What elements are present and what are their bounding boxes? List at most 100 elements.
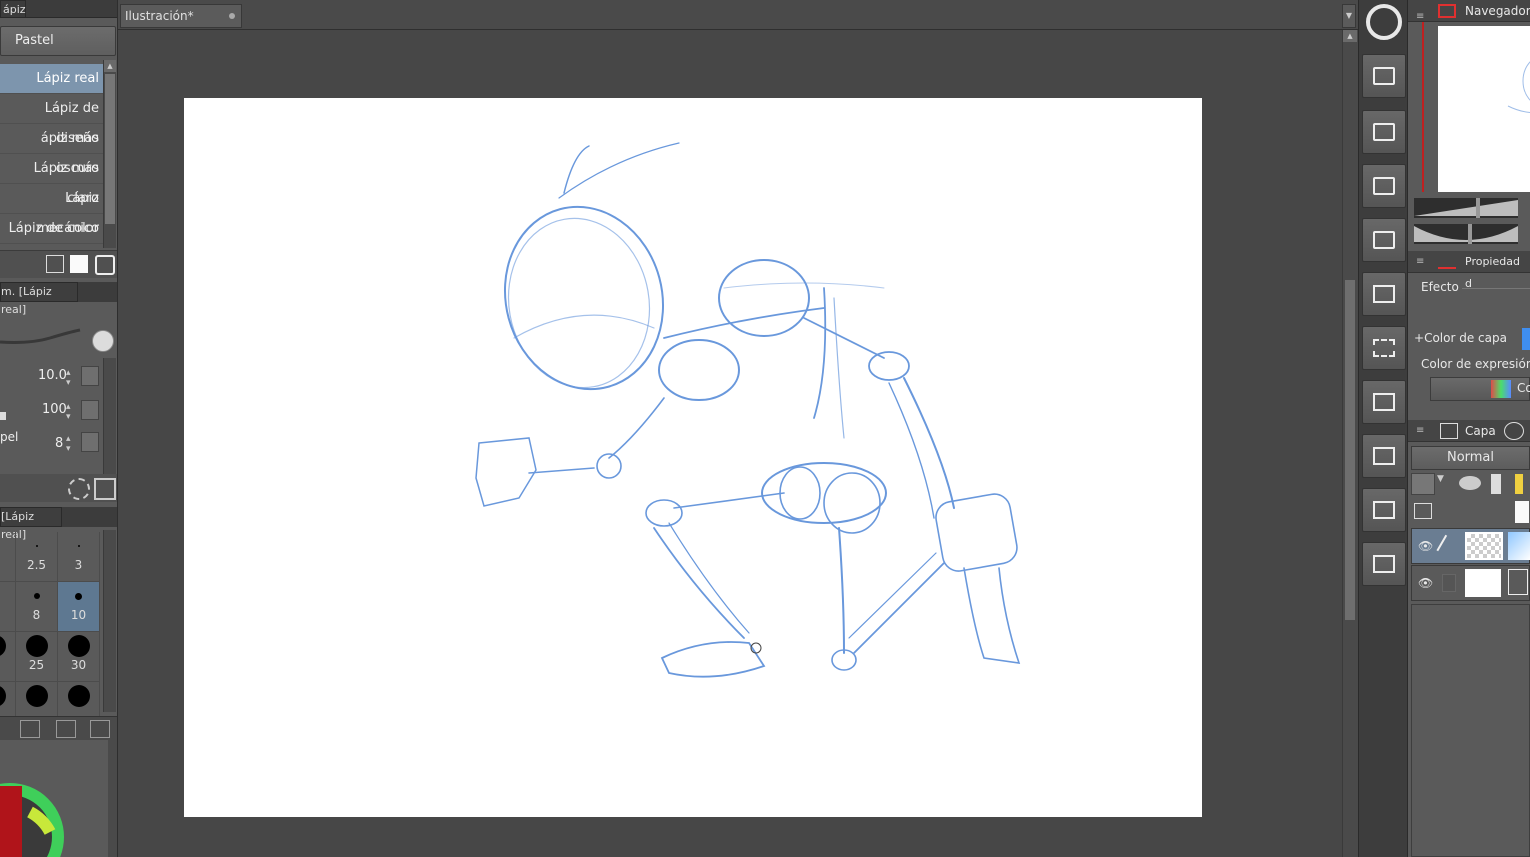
material-3d-button[interactable] (1362, 542, 1406, 586)
size-value[interactable]: 10.0 (38, 368, 67, 383)
brush-size-cell[interactable]: 2.5 (16, 532, 58, 582)
navigator-view[interactable] (1408, 22, 1530, 192)
material-pose-button[interactable] (1362, 488, 1406, 532)
layer-row-paper[interactable]: 👁 (1411, 565, 1530, 601)
color-scrollbar[interactable] (108, 740, 117, 857)
brush-dot-icon (25, 635, 48, 657)
brush-size-cell[interactable] (0, 632, 16, 682)
color-tabs (0, 716, 117, 740)
brush-size-cell[interactable]: 3 (58, 532, 100, 582)
draft-icon[interactable] (1515, 474, 1523, 494)
checkbox-icon[interactable] (81, 432, 99, 452)
brush-size-label: 25 (28, 658, 45, 672)
layer-stack-icon[interactable] (1414, 503, 1432, 519)
panel-menu-icon[interactable]: ≡ (1416, 420, 1424, 442)
layer-color-label: Color de capa (1424, 331, 1507, 345)
eye-icon[interactable]: 👁 (1418, 576, 1433, 590)
rotate-slider[interactable] (1414, 224, 1518, 244)
brush-size-cell[interactable] (0, 532, 16, 582)
color-wheel[interactable] (0, 742, 110, 857)
brush-size-cell[interactable] (0, 582, 16, 632)
reference-icon[interactable] (1491, 474, 1501, 494)
copy-subtool-icon[interactable] (46, 255, 64, 273)
document-tab[interactable]: Ilustración* (120, 4, 242, 28)
right-panel: ≡ Navegador ≡ Propiedad d Efecto +Color … (1408, 0, 1530, 857)
opacity-value[interactable]: 100 (42, 402, 67, 417)
material-effect-button[interactable] (1362, 326, 1406, 370)
subtool-item-lapiz-oscuro[interactable]: ápiz más oscuro (0, 124, 103, 176)
paper-stepper-icon[interactable]: ▴ ▾ (66, 434, 71, 454)
expression-color-label: Color de expresión (1421, 357, 1530, 371)
brush-dot-icon (67, 635, 90, 657)
canvas-vscrollbar[interactable]: ▲ (1342, 30, 1358, 857)
chevron-down-icon[interactable]: ▼ (1437, 474, 1444, 484)
panel-menu-icon[interactable]: ≡ (1416, 251, 1424, 273)
canvas-paper[interactable] (184, 98, 1202, 817)
sub-tool-detail-icon[interactable] (68, 478, 90, 500)
clipping-icon[interactable] (1459, 476, 1481, 490)
pressure-icon[interactable] (81, 366, 99, 386)
layer-toolbar: ▼ (1411, 472, 1530, 496)
brush-size-cell[interactable]: 25 (16, 632, 58, 682)
opacity-stepper-icon[interactable]: ▴ ▾ (66, 402, 71, 422)
pastel-group-button[interactable]: Pastel (0, 26, 116, 56)
scroll-thumb[interactable] (105, 74, 115, 224)
material-frame-button[interactable] (1362, 272, 1406, 316)
layer-color-swatch[interactable] (1522, 328, 1530, 350)
brush-size-label: 3 (74, 558, 83, 572)
pressure-icon[interactable] (81, 400, 99, 420)
tool-settings-icon[interactable] (94, 478, 116, 500)
property-scrollbar[interactable] (103, 358, 116, 474)
scroll-up-icon[interactable]: ▲ (1343, 30, 1357, 42)
new-layer-icon[interactable] (1515, 501, 1529, 523)
approx-color-icon[interactable] (90, 720, 110, 738)
subtool-tab[interactable]: ápiz] (0, 0, 30, 18)
brush-size-cell[interactable]: 8 (16, 582, 58, 632)
tab-menu-chevron-icon[interactable]: ▼ (1342, 4, 1356, 28)
material-landscape-button[interactable] (1362, 380, 1406, 424)
brush-size-tab[interactable]: [Lápiz real] (0, 507, 62, 541)
size-stepper-icon[interactable]: ▴ ▾ (66, 368, 71, 388)
material-image-button[interactable] (1362, 110, 1406, 154)
expression-color-button[interactable]: Co (1430, 377, 1530, 401)
folder-stack-icon (1373, 177, 1395, 195)
zoom-slider[interactable] (1414, 198, 1518, 218)
quick-access-icon[interactable] (1366, 4, 1402, 40)
blend-mode-select[interactable]: Normal (1411, 446, 1530, 470)
subtool-scrollbar[interactable]: ▲ (103, 60, 116, 248)
tool-property-tab[interactable]: m. [Lápiz real] (0, 282, 78, 316)
lock-slot-icon[interactable] (1442, 574, 1456, 592)
subtool-item-lapiz-claro[interactable]: Lápiz más claro (0, 154, 103, 206)
wrench-icon[interactable] (92, 330, 114, 352)
material-stack-button[interactable] (1362, 164, 1406, 208)
layer-row-raster[interactable]: 👁 (1411, 528, 1530, 564)
new-subtool-icon[interactable] (70, 255, 88, 273)
brush-size-scrollbar[interactable] (103, 530, 116, 712)
brush-stroke-preview (0, 328, 81, 344)
eye-icon[interactable]: 👁 (1418, 539, 1433, 553)
subtool-item-lapiz-mecanico[interactable]: Lápiz mecánico (0, 184, 103, 236)
material-pen-button[interactable] (1362, 434, 1406, 478)
opacity-slider-handle[interactable] (0, 412, 6, 420)
subtool-item-lapiz-color[interactable]: Lápiz de color (0, 214, 103, 244)
subtool-item-lapiz-real[interactable]: Lápiz real (0, 64, 103, 94)
color-set-icon[interactable] (20, 720, 40, 738)
scroll-up-icon[interactable]: ▲ (104, 60, 116, 72)
brush-dot-icon (33, 593, 40, 599)
layer-color-row[interactable]: +Color de capa (1414, 328, 1530, 350)
brush-size-cell[interactable]: 10 (58, 582, 100, 632)
folder-burst-icon (1373, 339, 1395, 357)
trash-icon[interactable] (95, 255, 115, 275)
brush-size-cell[interactable]: 30 (58, 632, 100, 682)
material-stack2-button[interactable] (1362, 218, 1406, 262)
paper-value[interactable]: 8 (55, 436, 63, 451)
material-button[interactable] (1362, 54, 1406, 98)
navigator-thumbnail[interactable] (1438, 26, 1530, 192)
intermediate-color-icon[interactable] (56, 720, 76, 738)
subtool-item-lapiz-diseno[interactable]: Lápiz de diseño (0, 94, 103, 146)
opacity-icon[interactable] (1411, 473, 1435, 495)
layer-search-icon[interactable] (1504, 422, 1524, 440)
canvas-scroll-thumb[interactable] (1345, 280, 1355, 620)
unsaved-dot-icon[interactable] (229, 13, 235, 19)
pen-icon[interactable] (1436, 534, 1458, 558)
